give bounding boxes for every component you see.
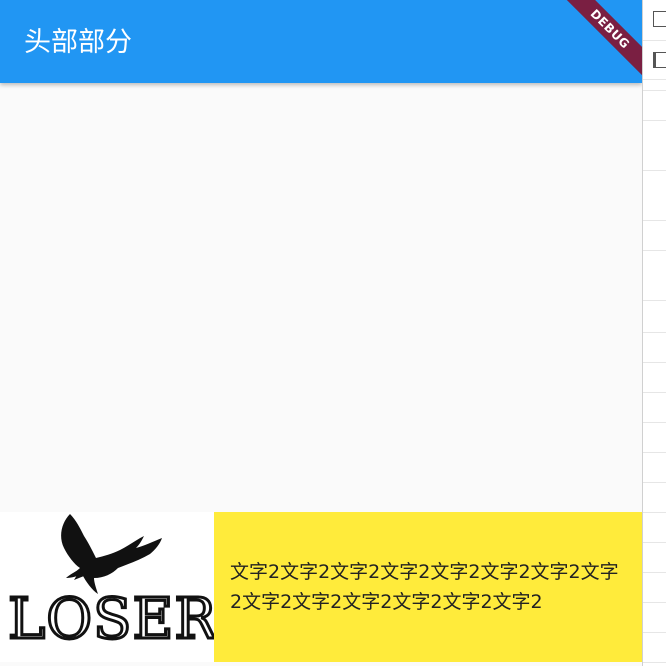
- divider: [643, 250, 666, 251]
- content-area: [0, 83, 642, 512]
- side-panel: [642, 0, 666, 666]
- text-panel: 文字2文字2文字2文字2文字2文字2文字2文字2文字2文字2文字2文字2文字2文…: [214, 512, 642, 662]
- divider: [643, 482, 666, 483]
- divider: [643, 392, 666, 393]
- debug-banner: DEBUG: [552, 0, 642, 90]
- divider: [643, 40, 666, 41]
- divider: [643, 512, 666, 513]
- divider: [643, 79, 666, 80]
- divider: [643, 90, 666, 91]
- logo-image: LOSER: [0, 512, 214, 662]
- divider: [643, 662, 666, 663]
- divider: [643, 170, 666, 171]
- app-window: 头部部分 DEBUG LOSER 文字2文字2文字2文字2文字2文字2文字2文字…: [0, 0, 642, 666]
- divider: [643, 602, 666, 603]
- divider: [643, 572, 666, 573]
- file-icon[interactable]: [653, 11, 666, 27]
- body-text: 文字2文字2文字2文字2文字2文字2文字2文字2文字2文字2文字2文字2文字2文…: [230, 561, 619, 613]
- bottom-row: LOSER 文字2文字2文字2文字2文字2文字2文字2文字2文字2文字2文字2文…: [0, 512, 642, 662]
- panel-icon[interactable]: [653, 52, 666, 68]
- debug-banner-label: DEBUG: [553, 0, 642, 86]
- divider: [643, 120, 666, 121]
- page-title: 头部部分: [24, 27, 132, 58]
- divider: [643, 332, 666, 333]
- divider: [643, 362, 666, 363]
- divider: [643, 542, 666, 543]
- app-bar: 头部部分: [0, 0, 642, 83]
- divider: [643, 452, 666, 453]
- divider: [643, 300, 666, 301]
- logo-text: LOSER: [7, 587, 214, 652]
- divider: [643, 422, 666, 423]
- divider: [643, 632, 666, 633]
- divider: [643, 220, 666, 221]
